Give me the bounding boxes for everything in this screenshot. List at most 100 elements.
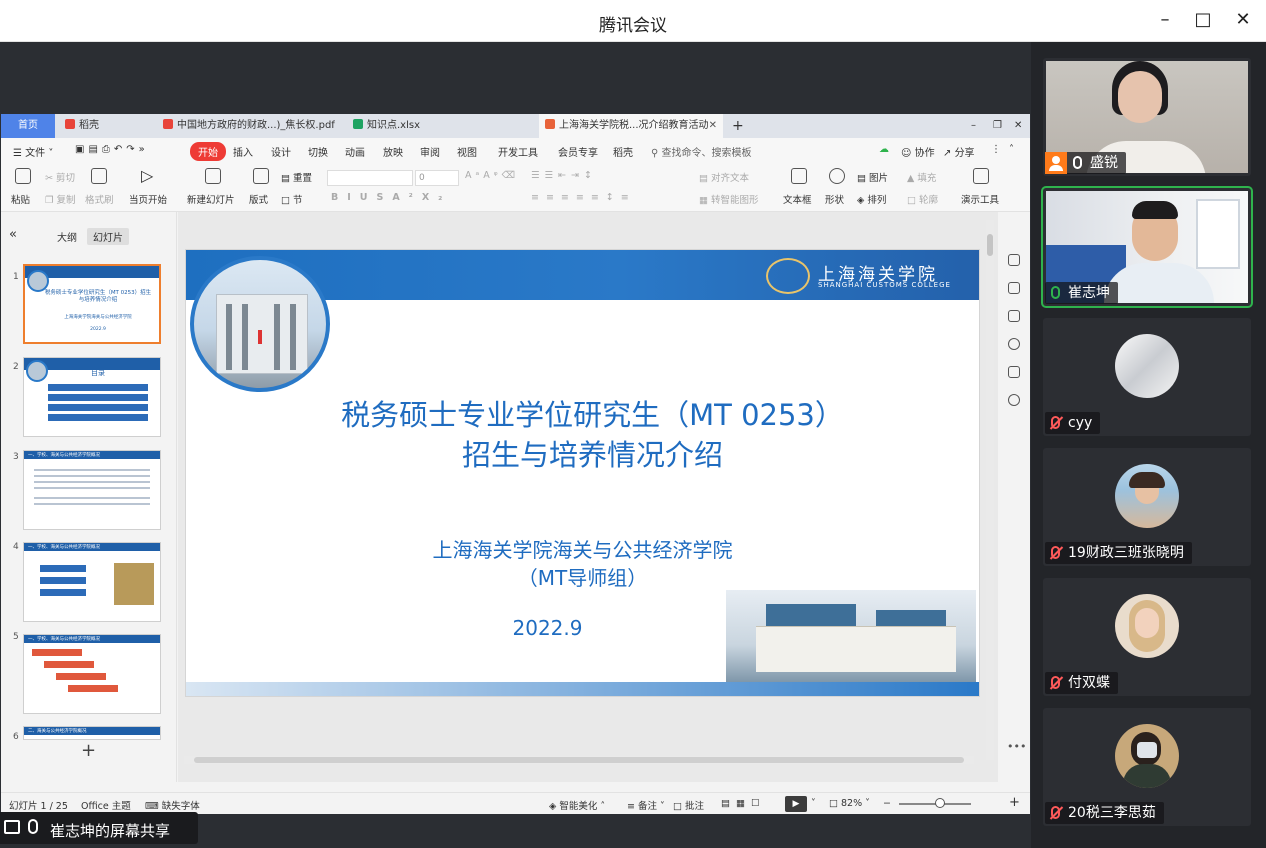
outline-button[interactable]: □ 轮廓 [907,192,938,206]
present-tools-button[interactable]: 演示工具 [961,192,999,206]
slide-thumb-4[interactable]: 一、学校、海关与公共经济学院概况 [23,542,161,622]
menu-start[interactable]: 开始 [190,142,226,161]
location-icon[interactable] [1008,394,1020,406]
zoom-out-icon[interactable]: − [883,798,891,809]
tab-docer[interactable]: 稻壳 [65,114,145,138]
participant-tile[interactable]: 付双蝶 [1043,578,1251,696]
shape-button[interactable]: 形状 [825,192,844,206]
participant-tile[interactable]: cyy [1043,318,1251,436]
new-tab-add-icon[interactable]: + [732,114,746,138]
window-restore-icon[interactable]: ❐ [993,114,1005,138]
zoom-value[interactable]: □ 82% ˅ [829,798,870,809]
format-painter-icon[interactable] [91,168,107,184]
participant-tile[interactable]: 20税三李思茹 [1043,708,1251,826]
collab-button[interactable]: ☺ 协作 [901,144,935,159]
copy-button[interactable]: ❐ 复制 [45,192,76,206]
present-tools-icon[interactable] [973,168,989,184]
horizontal-scrollbar[interactable] [184,756,974,764]
close-icon[interactable]: ✕ [1232,9,1254,31]
menu-developer[interactable]: 开发工具 [498,144,538,159]
tab-home[interactable]: 首页 [1,114,55,138]
missing-font-button[interactable]: ⌨ 缺失字体 [145,798,200,812]
slide-thumb-6[interactable]: 二、海关与公共经济学院概况 [23,726,161,740]
properties-icon[interactable] [1008,254,1020,266]
paste-button[interactable]: 粘贴 [11,192,30,206]
arrange-button[interactable]: ◈ 排列 [857,192,886,206]
help-icon[interactable] [1008,338,1020,350]
paste-icon[interactable] [15,168,31,184]
play-options-icon[interactable]: ˅ [811,798,816,809]
backup-icon[interactable] [1008,366,1020,378]
reset-button[interactable]: ▤ 重置 [281,170,312,184]
cut-button[interactable]: ✂ 剪切 [45,170,75,184]
vertical-scrollbar[interactable] [986,220,994,760]
menu-design[interactable]: 设计 [271,144,291,159]
font-size-adjust-icons[interactable]: AᵃAᵠ⌫ [465,170,519,181]
smartart-button[interactable]: ▦ 转智能图形 [699,192,759,206]
new-slide-icon[interactable] [205,168,221,184]
fill-button[interactable]: ▲ 填充 [907,170,936,184]
tab-close-icon[interactable]: ✕ [709,114,717,138]
menu-member[interactable]: 会员专享 [558,144,598,159]
animation-pane-icon[interactable] [1008,310,1020,322]
textbox-icon[interactable] [791,168,807,184]
align-icons[interactable]: ≡≡≡≡≡↕≡ [531,192,636,203]
zoom-slider-knob[interactable] [935,798,945,808]
tab-slides[interactable]: 幻灯片 [87,228,129,245]
menu-animation[interactable]: 动画 [345,144,365,159]
current-slide[interactable]: 上海海关学院 SHANGHAI CUSTOMS COLLEGE 税务硕士专业学位… [186,250,979,696]
slide-thumb-5[interactable]: 一、学校、海关与公共经济学院概况 [23,634,161,714]
comments-button[interactable]: □ 批注 [673,798,704,812]
window-minimize-icon[interactable]: – [971,114,983,138]
play-icon[interactable]: ▷ [141,166,153,185]
menu-slideshow[interactable]: 放映 [383,144,403,159]
more-icon[interactable]: ⋮ [991,144,1001,155]
slideshow-play-icon[interactable]: ▶ [785,796,807,812]
more-tools-icon[interactable]: ••• [1007,740,1026,753]
shape-icon[interactable] [829,168,845,184]
screen-share-banner[interactable]: 崔志坤的屏幕共享 [0,812,198,844]
tab-pdf[interactable]: 中国地方政府的财政...)_焦长权.pdf [163,114,343,138]
layout-icon[interactable] [253,168,269,184]
layout-button[interactable]: 版式 [249,192,268,206]
picture-button[interactable]: ▤ 图片 [857,170,888,184]
window-close-icon[interactable]: ✕ [1014,114,1026,138]
collapse-ribbon-icon[interactable]: ˄ [1009,144,1014,155]
view-mode-icons[interactable]: ▤▦☐ [721,798,765,809]
add-slide-icon[interactable]: + [81,740,96,761]
share-button[interactable]: ↗ 分享 [943,144,975,159]
tab-pptx-active[interactable]: 上海海关学院税...况介绍教育活动 ✕ [539,114,723,138]
list-icons[interactable]: ☰☰⇤⇥↕ [531,170,597,181]
quick-access-icons[interactable]: ▣▤⎙↶↷» [75,144,149,155]
text-style-icons[interactable]: BIUSA²X₂ [331,192,451,203]
format-painter-button[interactable]: 格式刷 [85,192,114,206]
collapse-panel-icon[interactable]: « [3,226,23,243]
participant-tile[interactable]: 盛锐 [1043,58,1251,176]
tab-outline[interactable]: 大纲 [51,228,83,245]
notes-button[interactable]: ≡ 备注 ˅ [627,798,665,812]
menu-view[interactable]: 视图 [457,144,477,159]
menu-insert[interactable]: 插入 [233,144,253,159]
tab-xlsx[interactable]: 知识点.xlsx [353,114,473,138]
slide-thumb-2[interactable]: 目录 [23,357,161,437]
section-button[interactable]: □ 节 [281,192,303,206]
cloud-sync-icon[interactable]: ☁ [879,144,889,155]
font-family-select[interactable] [327,170,413,186]
minimize-icon[interactable]: – [1154,9,1176,31]
smart-beautify-button[interactable]: ◈ 智能美化 ˄ [549,798,605,812]
menu-docer[interactable]: 稻壳 [613,144,633,159]
slide-thumb-3[interactable]: 一、学校、海关与公共经济学院概况 [23,450,161,530]
maximize-icon[interactable]: □ [1192,9,1214,31]
pin-icon[interactable] [1008,282,1020,294]
participant-tile[interactable]: 19财政三班张晓明 [1043,448,1251,566]
align-text-button[interactable]: ▤ 对齐文本 [699,170,749,184]
command-search[interactable]: ⚲ 查找命令、搜索模板 [651,144,752,159]
menu-transition[interactable]: 切换 [308,144,328,159]
new-slide-button[interactable]: 新建幻灯片 [187,192,235,206]
from-current-button[interactable]: 当页开始 [129,192,167,206]
zoom-in-icon[interactable]: + [1009,795,1020,810]
participant-tile-speaking[interactable]: 崔志坤 [1043,188,1251,306]
font-size-select[interactable]: 0 [415,170,459,186]
menu-file[interactable]: ☰ 文件 ˅ [13,144,53,159]
textbox-button[interactable]: 文本框 [783,192,812,206]
